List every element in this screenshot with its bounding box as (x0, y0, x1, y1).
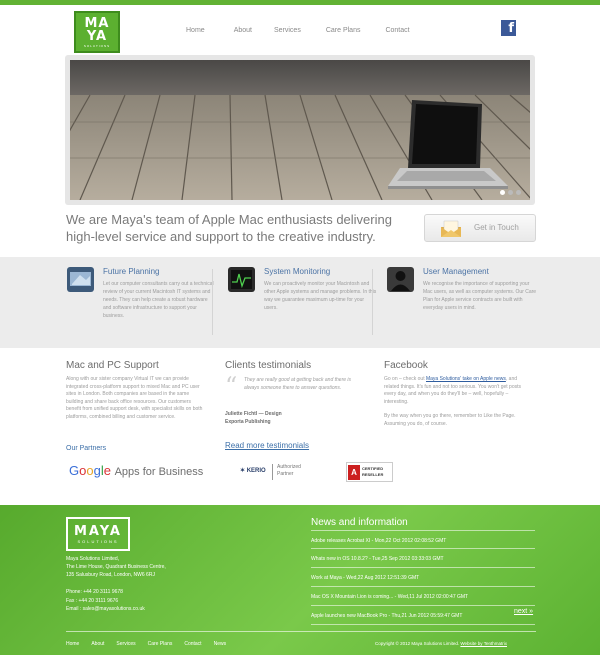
email-address[interactable]: Email : sales@mayasolutions.co.uk (66, 605, 145, 614)
news-item[interactable]: Whats new in OS 10.8.2? - Tue,25 Sep 201… (311, 549, 535, 568)
google-letter: o (86, 463, 94, 478)
nav-about[interactable]: About (234, 27, 252, 34)
get-in-touch-label: Get in Touch (474, 223, 519, 232)
features-band: Future Planning Let our computer consult… (0, 257, 600, 348)
news-title: News and information (311, 517, 408, 528)
address-line: Maya Solutions Limited, (66, 556, 120, 562)
section-title: Facebook (384, 360, 428, 371)
testimonial-name: Juliette Fichtl — Design (225, 411, 282, 417)
adobe-certified-reseller-logo[interactable]: A CERTIFIED RESELLER (346, 462, 393, 482)
feature-divider (212, 269, 213, 335)
hero-slide-image (70, 60, 530, 200)
footer-nav-contact[interactable]: Contact (184, 641, 201, 647)
news-list: Adobe releases Acrobat XI - Mon,22 Oct 2… (311, 530, 535, 625)
google-letter: G (69, 463, 80, 478)
footer-nav-news[interactable]: News (214, 641, 227, 647)
copyright: Copyright © 2012 Maya Solutions Limited.… (375, 641, 507, 646)
address-line: The Lime House, Quadrant Business Centre… (66, 564, 166, 570)
news-item[interactable]: Apple launches new MacBook Pro - Thu,21 … (311, 606, 535, 625)
footer: MAYA SOLUTIONS Maya Solutions Limited, T… (0, 505, 600, 655)
kerio-separator (272, 464, 273, 480)
logo-subtitle: SOLUTIONS (83, 43, 111, 48)
kerio-wordmark: ✶ KERIO (240, 468, 266, 474)
tagline: We are Maya's team of Apple Mac enthusia… (66, 212, 392, 244)
testimonial-author: Juliette Fichtl — Design Exporta Publish… (225, 410, 282, 426)
feature-title: User Management (423, 267, 489, 276)
slider-dot-3[interactable] (516, 190, 521, 195)
facebook-icon[interactable]: f (501, 20, 516, 36)
google-letter: e (103, 463, 111, 478)
adobe-icon: A (348, 465, 360, 480)
facebook-section: Facebook Go on – check out Maya Solution… (384, 360, 524, 428)
slider-dot-2[interactable] (508, 190, 513, 195)
kerio-badge-line: Partner (277, 471, 294, 477)
testimonial-quote: They are really good at getting back and… (244, 377, 352, 391)
facebook-page-link[interactable]: Maya Solutions' take on Apple news (426, 376, 506, 382)
section-title: Mac and PC Support (66, 360, 159, 371)
envelope-icon (441, 220, 461, 237)
footer-divider (66, 631, 536, 632)
footer-nav: Home About Services Care Plans Contact N… (66, 641, 226, 647)
feature-text: We recognise the importance of supportin… (423, 281, 537, 311)
news-item[interactable]: Adobe releases Acrobat XI - Mon,22 Oct 2… (311, 530, 535, 549)
monitoring-icon (228, 267, 255, 292)
footer-nav-care-plans[interactable]: Care Plans (148, 641, 173, 647)
testimonial-company: Exporta Publishing (225, 419, 271, 425)
footer-nav-home[interactable]: Home (66, 641, 79, 647)
website-credit-link[interactable]: Website by Tenthmatrix (460, 641, 507, 646)
laptop-on-deck-image (70, 60, 530, 200)
address-line: 135 Salusbury Road, London, NW6 6RJ (66, 572, 155, 578)
news-item[interactable]: Mac OS X Mountain Lion is coming... - We… (311, 587, 535, 606)
header: MA YA SOLUTIONS Home About Services Care… (0, 5, 600, 55)
google-apps-text: Apps for Business (114, 466, 204, 478)
copyright-text: Copyright © 2012 Maya Solutions Limited. (375, 641, 460, 646)
mac-pc-support-section: Mac and PC Support Along with our sister… (66, 360, 206, 421)
slider-dot-1[interactable] (500, 190, 505, 195)
google-apps-logo[interactable]: Google Apps for Business (69, 463, 203, 478)
fax-number: Fax : +44 20 3111 9676 (66, 597, 119, 604)
feature-title: System Monitoring (264, 267, 331, 276)
company-address: Maya Solutions Limited, The Lime House, … (66, 555, 166, 579)
phone-number: Phone: +44 20 3111 9678 (66, 589, 123, 595)
kerio-badge-line: Authorized (277, 464, 301, 470)
quote-icon: “ (225, 372, 238, 400)
nav-care-plans[interactable]: Care Plans (326, 27, 361, 34)
user-icon (387, 267, 414, 292)
google-letter: g (93, 463, 101, 478)
hero-slider (65, 55, 535, 205)
facebook-text: Go on – check out Maya Solutions' take o… (384, 376, 524, 406)
footer-nav-about[interactable]: About (91, 641, 104, 647)
news-item[interactable]: Work at Maya - Wed,22 Aug 2012 12:51:39 … (311, 568, 535, 587)
read-more-testimonials-link[interactable]: Read more testimonials (225, 441, 309, 450)
contact-details: Phone: +44 20 3111 9678 Fax : +44 20 311… (66, 588, 145, 614)
section-text: Along with our sister company Virtual IT… (66, 376, 203, 420)
footer-logo[interactable]: MAYA SOLUTIONS (66, 517, 130, 551)
kerio-badge: Authorized Partner (277, 464, 301, 478)
partners-title: Our Partners (66, 445, 107, 452)
nav-contact[interactable]: Contact (385, 27, 409, 34)
logo-text-2: YA (86, 28, 108, 44)
logo-text-1: MA (84, 15, 110, 31)
nav-services[interactable]: Services (274, 27, 301, 34)
footer-nav-services[interactable]: Services (116, 641, 135, 647)
section-title: Clients testimonials (225, 360, 312, 371)
maya-logo[interactable]: MA YA SOLUTIONS (74, 11, 120, 53)
facebook-text-2: By the way when you go there, remember t… (384, 413, 516, 427)
adobe-badge-line: RESELLER (362, 472, 384, 477)
facebook-text-pre: Go on – check out (384, 376, 426, 382)
testimonials-section: Clients testimonials (225, 360, 365, 376)
nav-home[interactable]: Home (186, 27, 205, 34)
feature-text: We can proactively monitor your Macintos… (264, 281, 377, 311)
footer-logo-text: MAYA (74, 524, 122, 539)
slider-dots (500, 190, 521, 195)
main-nav: Home About Services Care Plans Contact (186, 27, 410, 34)
news-next-link[interactable]: next » (514, 608, 533, 615)
planning-icon (67, 267, 94, 292)
footer-logo-subtitle: SOLUTIONS (77, 539, 119, 544)
feature-text: Let our computer consultants carry out a… (103, 281, 214, 319)
feature-title: Future Planning (103, 267, 160, 276)
adobe-badge: CERTIFIED RESELLER (362, 466, 383, 478)
feature-divider (372, 269, 373, 335)
get-in-touch-button[interactable]: Get in Touch (424, 214, 536, 242)
